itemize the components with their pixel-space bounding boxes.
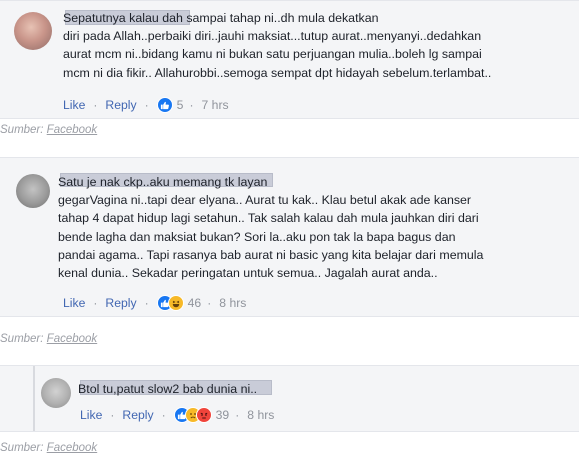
reply-card: Btol tu,patut slow2 bab dunia ni.. Like … bbox=[0, 365, 579, 432]
separator: · bbox=[93, 98, 98, 112]
reply-link[interactable]: Reply bbox=[122, 408, 153, 422]
separator: · bbox=[144, 296, 149, 310]
angry-icon bbox=[195, 407, 212, 423]
avatar[interactable] bbox=[16, 174, 50, 208]
comment-actions: Like · Reply · 39 · 8 hrs bbox=[80, 406, 274, 424]
reaction-icons[interactable] bbox=[173, 407, 212, 423]
source-link[interactable]: Facebook bbox=[47, 442, 98, 454]
timestamp[interactable]: 8 hrs bbox=[219, 296, 246, 310]
comment-card: Sepatutnya kalau dah sampai tahap ni..dh… bbox=[0, 0, 579, 119]
reaction-icons[interactable] bbox=[156, 295, 184, 311]
comment-text: Btol tu,patut slow2 bab dunia ni.. bbox=[78, 382, 258, 396]
reaction-count[interactable]: 39 bbox=[216, 408, 230, 422]
haha-icon bbox=[167, 295, 184, 311]
separator: · bbox=[93, 296, 98, 310]
comment-card: Satu je nak ckp..aku memang tk layan geg… bbox=[0, 157, 579, 317]
comment-actions: Like · Reply · 46 · 8 hrs bbox=[63, 294, 246, 312]
timestamp[interactable]: 8 hrs bbox=[247, 408, 274, 422]
like-icon bbox=[156, 97, 173, 113]
reaction-count[interactable]: 5 bbox=[177, 98, 184, 112]
source-caption: Sumber: Facebook bbox=[0, 442, 97, 454]
source-link[interactable]: Facebook bbox=[47, 333, 98, 345]
like-link[interactable]: Like bbox=[63, 98, 85, 112]
reply-thread-line bbox=[33, 366, 35, 431]
separator: · bbox=[161, 408, 166, 422]
avatar[interactable] bbox=[14, 12, 52, 50]
like-link[interactable]: Like bbox=[63, 296, 85, 310]
separator: · bbox=[189, 98, 194, 112]
reply-link[interactable]: Reply bbox=[105, 98, 136, 112]
separator: · bbox=[235, 408, 240, 422]
comment-text: Sepatutnya kalau dah sampai tahap ni..dh… bbox=[63, 11, 492, 80]
source-prefix: Sumber: bbox=[0, 124, 44, 136]
source-caption: Sumber: Facebook bbox=[0, 333, 97, 345]
like-link[interactable]: Like bbox=[80, 408, 102, 422]
separator: · bbox=[110, 408, 115, 422]
separator: · bbox=[144, 98, 149, 112]
source-link[interactable]: Facebook bbox=[47, 124, 98, 136]
comment-text: Satu je nak ckp..aku memang tk layan geg… bbox=[58, 175, 484, 281]
reaction-icons[interactable] bbox=[156, 97, 173, 113]
source-caption: Sumber: Facebook bbox=[0, 124, 97, 136]
avatar[interactable] bbox=[41, 378, 71, 408]
source-prefix: Sumber: bbox=[0, 333, 44, 345]
reply-link[interactable]: Reply bbox=[105, 296, 136, 310]
timestamp[interactable]: 7 hrs bbox=[202, 98, 229, 112]
comment-actions: Like · Reply · 5 · 7 hrs bbox=[63, 96, 229, 114]
reaction-count[interactable]: 46 bbox=[188, 296, 202, 310]
separator: · bbox=[207, 296, 212, 310]
source-prefix: Sumber: bbox=[0, 442, 44, 454]
